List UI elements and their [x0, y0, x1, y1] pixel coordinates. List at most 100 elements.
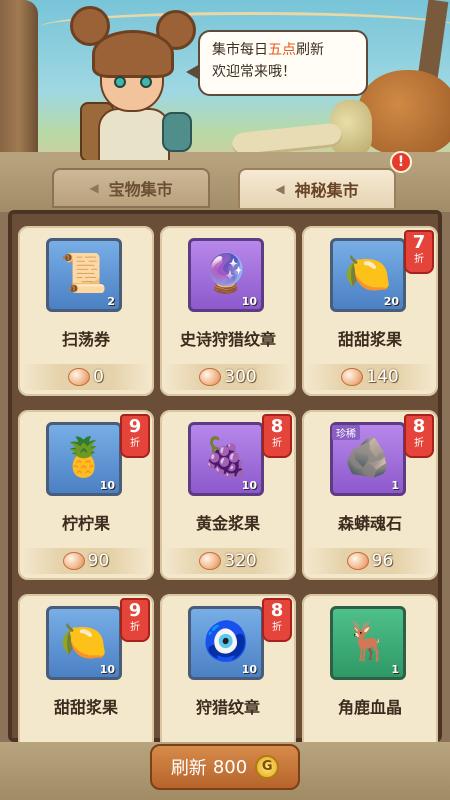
- pearl-currency-icon: [346, 552, 369, 570]
- item-name: 史诗狩猎纹章: [179, 330, 276, 349]
- item-quantity: 10: [99, 663, 115, 676]
- tab-arrow-icon: ◀: [275, 182, 285, 196]
- item-quantity: 10: [241, 479, 257, 492]
- gold-coin-icon: G: [255, 755, 280, 779]
- bubble-highlight: 五点: [268, 42, 296, 58]
- bubble-text: 刷新: [296, 42, 324, 58]
- shop-item-card[interactable]: 📜 2 扫荡券 0: [18, 226, 154, 396]
- pearl-currency-icon: [62, 552, 85, 570]
- item-name: 黄金浆果: [195, 514, 260, 533]
- price-bar: 320: [164, 548, 292, 574]
- item-price: 0: [93, 367, 104, 387]
- item-name: 甜甜浆果: [337, 330, 402, 349]
- shop-item-card[interactable]: 🍋 10 9 折甜甜浆果: [18, 594, 154, 764]
- pearl-currency-icon: [199, 552, 222, 570]
- lemon-fruit-icon: 🍍: [60, 435, 108, 479]
- item-quantity: 1: [391, 663, 399, 676]
- discount-tag: 8折: [262, 598, 292, 642]
- item-quantity: 2: [107, 295, 115, 308]
- alert-badge-icon: !: [390, 151, 412, 173]
- item-price: 140: [366, 367, 399, 387]
- discount-unit: 折: [130, 438, 140, 449]
- item-quantity: 20: [383, 295, 399, 308]
- item-icon-frame: 🍇 10: [188, 422, 264, 496]
- item-icon-frame: 🔮 10: [188, 238, 264, 312]
- discount-tag: 9折: [120, 598, 150, 642]
- item-icon-frame: 🍋 20: [330, 238, 406, 312]
- character-body: [98, 108, 170, 168]
- price-bar: 0: [22, 364, 150, 390]
- refresh-button[interactable]: 刷新 800 G: [150, 744, 300, 790]
- golden-berry-icon: 🍇: [202, 435, 250, 479]
- pearl-currency-icon: [199, 368, 222, 386]
- shop-grid: 📜 2 扫荡券 0 🔮 10 史诗狩猎纹章 300 🍋 20 7 折甜甜浆果 140 🍍 10 9 折柠柠果 90…: [8, 210, 442, 764]
- discount-value: 8: [412, 416, 426, 437]
- scroll-map-icon: 📜: [60, 251, 108, 295]
- item-quantity: 1: [391, 479, 399, 492]
- bubble-line-1: 集市每日五点刷新: [212, 39, 354, 61]
- item-price: 320: [224, 551, 257, 571]
- header-scene: 集市每日五点刷新 欢迎常来哦！: [0, 0, 450, 168]
- shop-item-card[interactable]: 🔮 10 史诗狩猎纹章 300: [160, 226, 296, 396]
- tree-trunk-left: [0, 0, 38, 168]
- discount-value: 8: [270, 600, 284, 621]
- discount-unit: 折: [272, 622, 282, 633]
- tab-mystery-market[interactable]: ◀ 神秘集市: [238, 168, 396, 208]
- item-price: 90: [87, 551, 110, 571]
- character-hair: [92, 30, 174, 78]
- bottom-bar: 刷新 800 G: [0, 742, 450, 800]
- tab-treasure-market[interactable]: ◀ 宝物集市: [52, 168, 210, 208]
- item-name: 森蟒魂石: [337, 514, 402, 533]
- discount-unit: 折: [414, 254, 424, 265]
- serpent-soul-stone-icon: 🪨: [344, 435, 392, 479]
- discount-value: 8: [270, 416, 284, 437]
- discount-value: 9: [128, 416, 142, 437]
- antler-deer-crystal-icon: 🦌: [344, 619, 392, 663]
- right-eye: [140, 76, 152, 88]
- rare-badge: 珍稀: [332, 425, 360, 440]
- discount-value: 9: [128, 600, 142, 621]
- tab-arrow-icon: ◀: [89, 181, 99, 195]
- discount-value: 7: [412, 232, 426, 253]
- shop-item-card[interactable]: 🍋 20 7 折甜甜浆果 140: [302, 226, 438, 396]
- epic-hunt-emblem-icon: 🔮: [202, 251, 250, 295]
- tab-label: 宝物集市: [108, 180, 173, 199]
- item-icon-frame: 🦌 1: [330, 606, 406, 680]
- pearl-currency-icon: [68, 368, 91, 386]
- discount-unit: 折: [414, 438, 424, 449]
- hunt-emblem-icon: 🧿: [202, 619, 250, 663]
- item-icon-frame: 📜 2: [46, 238, 122, 312]
- price-bar: 90: [22, 548, 150, 574]
- item-name: 甜甜浆果: [53, 698, 118, 717]
- discount-tag: 9折: [120, 414, 150, 458]
- item-price: 300: [224, 367, 257, 387]
- shop-item-card[interactable]: 🪨 1 珍稀 8 折森蟒魂石 96: [302, 410, 438, 580]
- item-quantity: 10: [241, 663, 257, 676]
- pearl-currency-icon: [341, 368, 364, 386]
- price-bar: 140: [306, 364, 434, 390]
- item-icon-frame: 🍋 10: [46, 606, 122, 680]
- shop-item-card[interactable]: 🦌 1 角鹿血晶: [302, 594, 438, 764]
- speech-bubble: 集市每日五点刷新 欢迎常来哦！: [198, 30, 368, 96]
- character-arm: [162, 112, 192, 152]
- left-eye: [114, 76, 126, 88]
- item-name: 狩猎纹章: [195, 698, 260, 717]
- price-bar: 96: [306, 548, 434, 574]
- item-price: 96: [371, 551, 394, 571]
- item-name: 扫荡券: [61, 330, 110, 349]
- discount-tag: 8折: [404, 414, 434, 458]
- item-name: 柠柠果: [61, 514, 110, 533]
- shop-item-card[interactable]: 🧿 10 8 折狩猎纹章: [160, 594, 296, 764]
- refresh-cost: 800: [212, 756, 248, 778]
- item-quantity: 10: [99, 479, 115, 492]
- item-icon-frame: 🧿 10: [188, 606, 264, 680]
- bubble-line-2: 欢迎常来哦！: [212, 64, 296, 80]
- price-bar: 300: [164, 364, 292, 390]
- item-quantity: 10: [241, 295, 257, 308]
- item-name: 角鹿血晶: [337, 698, 402, 717]
- shop-item-card[interactable]: 🍍 10 9 折柠柠果 90: [18, 410, 154, 580]
- sweet-berry-icon: 🍋: [60, 619, 108, 663]
- merchant-character: [70, 4, 200, 168]
- discount-unit: 折: [272, 438, 282, 449]
- shop-item-card[interactable]: 🍇 10 8 折黄金浆果 320: [160, 410, 296, 580]
